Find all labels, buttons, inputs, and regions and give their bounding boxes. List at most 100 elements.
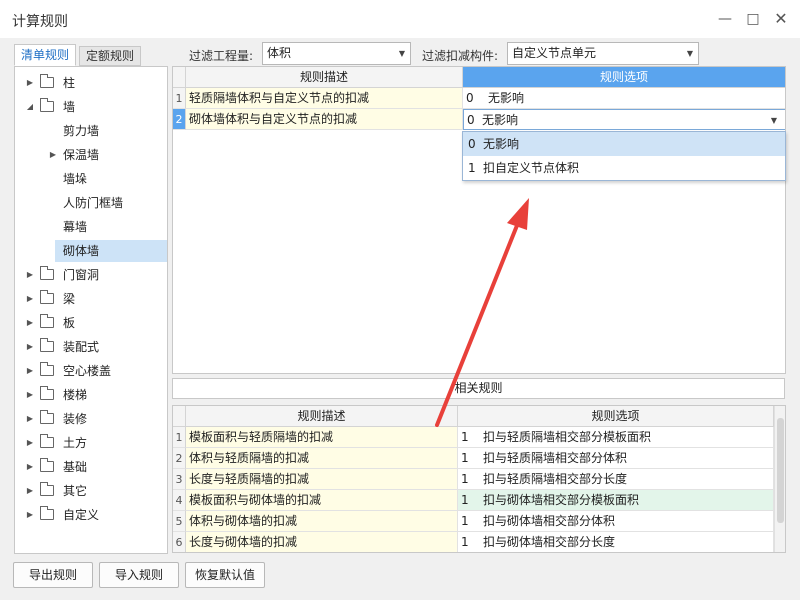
tree-item-masonry-wall[interactable]: 砌体墙 (55, 240, 167, 262)
option-code: 1 (461, 451, 469, 465)
rule-description[interactable]: 体积与轻质隔墙的扣减 (186, 448, 458, 469)
rule-description[interactable]: 体积与砌体墙的扣减 (186, 511, 458, 532)
restore-defaults-button[interactable]: 恢复默认值 (185, 562, 265, 588)
tree-item-curtain-wall[interactable]: 幕墙 (15, 216, 167, 238)
folder-icon (40, 314, 54, 328)
chevron-right-icon[interactable]: ▶ (25, 288, 35, 310)
tree-item-label: 基础 (63, 460, 88, 474)
chevron-down-icon: ▼ (686, 49, 693, 58)
tree-item-foundation[interactable]: ▶ 基础 (15, 456, 167, 478)
tree-item-stairs[interactable]: ▶ 楼梯 (15, 384, 167, 406)
chevron-down-icon[interactable]: ▼ (771, 110, 777, 129)
rule-option[interactable]: 1 扣与轻质隔墙相交部分长度 (458, 469, 774, 490)
option-text: 扣自定义节点体积 (483, 161, 580, 175)
chevron-right-icon[interactable]: ▶ (25, 504, 35, 526)
rule-description[interactable]: 模板面积与砌体墙的扣减 (186, 490, 458, 511)
tree-item-label: 剪力墙 (63, 124, 100, 138)
column-header-option[interactable]: 规则选项 (463, 67, 785, 88)
row-number: 6 (173, 532, 186, 552)
option-code: 0 (468, 137, 476, 151)
window-title: 计算规则 (12, 14, 68, 30)
folder-icon (40, 74, 54, 88)
chevron-right-icon[interactable]: ▶ (25, 360, 35, 382)
tree-item-label: 土方 (63, 436, 88, 450)
option-text: 扣与轻质隔墙相交部分模板面积 (483, 430, 652, 444)
rule-option-editor[interactable]: 0 无影响 ▼ (463, 109, 785, 130)
rule-option[interactable]: 0 无影响 (463, 88, 785, 109)
filter-component-select[interactable]: 自定义节点单元 ▼ (507, 42, 699, 65)
chevron-right-icon[interactable]: ▶ (25, 408, 35, 430)
chevron-right-icon[interactable]: ▶ (25, 432, 35, 454)
option-text: 扣与砌体墙相交部分长度 (483, 535, 616, 549)
tab-bill-rules[interactable]: 清单规则 (14, 44, 77, 66)
grid-corner (173, 67, 186, 88)
dropdown-option[interactable]: 0 无影响 (463, 132, 785, 156)
chevron-right-icon[interactable]: ▶ (25, 480, 35, 502)
tree-item-hollow-floor[interactable]: ▶ 空心楼盖 (15, 360, 167, 382)
tree-item-decoration[interactable]: ▶ 装修 (15, 408, 167, 430)
import-rules-button[interactable]: 导入规则 (99, 562, 179, 588)
chevron-right-icon[interactable]: ▶ (25, 72, 35, 94)
tree-item-civil-defense-door-frame-wall[interactable]: 人防门框墙 (15, 192, 167, 214)
folder-icon (40, 98, 54, 112)
rule-description[interactable]: 轻质隔墙体积与自定义节点的扣减 (186, 88, 463, 109)
rule-description[interactable]: 长度与轻质隔墙的扣减 (186, 469, 458, 490)
tree-item-beam[interactable]: ▶ 梁 (15, 288, 167, 310)
option-text: 无影响 (488, 91, 525, 105)
option-text: 扣与砌体墙相交部分模板面积 (483, 493, 640, 507)
rule-option[interactable]: 1 扣与砌体墙相交部分长度 (458, 532, 774, 552)
column-header-description[interactable]: 规则描述 (186, 67, 463, 88)
filter-quantity-label: 过滤工程量: (189, 49, 254, 63)
dropdown-option[interactable]: 1 扣自定义节点体积 (463, 156, 785, 180)
tree-item-other[interactable]: ▶ 其它 (15, 480, 167, 502)
tree-item-label: 其它 (63, 484, 88, 498)
tree-item-wall-buttress[interactable]: 墙垛 (15, 168, 167, 190)
close-icon[interactable]: ✕ (770, 8, 792, 30)
chevron-right-icon[interactable]: ▶ (25, 456, 35, 478)
tree-item-shear-wall[interactable]: 剪力墙 (15, 120, 167, 142)
rule-option[interactable]: 1 扣与砌体墙相交部分模板面积 (458, 490, 774, 511)
chevron-down-icon[interactable]: ◢ (25, 96, 35, 118)
chevron-right-icon[interactable]: ▶ (48, 144, 58, 166)
tree-item-label: 砌体墙 (63, 244, 100, 258)
row-number: 1 (173, 427, 186, 448)
rule-option[interactable]: 1 扣与轻质隔墙相交部分体积 (458, 448, 774, 469)
chevron-right-icon[interactable]: ▶ (25, 336, 35, 358)
row-number: 2 (173, 109, 186, 130)
tree-item-insulation-wall[interactable]: ▶ 保温墙 (15, 144, 167, 166)
maximize-icon[interactable]: □ (742, 8, 764, 30)
column-header-description[interactable]: 规则描述 (186, 406, 458, 427)
chevron-right-icon[interactable]: ▶ (25, 264, 35, 286)
tree-item-earthwork[interactable]: ▶ 土方 (15, 432, 167, 454)
filter-component-value: 自定义节点单元 (512, 46, 597, 60)
rule-option[interactable]: 1 扣与轻质隔墙相交部分模板面积 (458, 427, 774, 448)
filter-quantity-select[interactable]: 体积 ▼ (262, 42, 411, 65)
folder-icon (40, 458, 54, 472)
tab-quota-rules[interactable]: 定额规则 (79, 46, 142, 66)
chevron-right-icon[interactable]: ▶ (25, 312, 35, 334)
chevron-right-icon[interactable]: ▶ (25, 384, 35, 406)
rule-option[interactable]: 1 扣与砌体墙相交部分体积 (458, 511, 774, 532)
folder-icon (40, 266, 54, 280)
vertical-scrollbar[interactable] (774, 406, 785, 552)
row-number: 5 (173, 511, 186, 532)
tree-item-prefabricated[interactable]: ▶ 装配式 (15, 336, 167, 358)
rule-description[interactable]: 砌体墙体积与自定义节点的扣减 (186, 109, 463, 130)
rule-description[interactable]: 模板面积与轻质隔墙的扣减 (186, 427, 458, 448)
chevron-down-icon: ▼ (398, 49, 405, 58)
tree-item-slab[interactable]: ▶ 板 (15, 312, 167, 334)
scrollbar-thumb[interactable] (777, 418, 784, 523)
export-rules-button[interactable]: 导出规则 (13, 562, 93, 588)
row-number: 1 (173, 88, 186, 109)
related-rules-grid: 规则描述 规则选项 1 模板面积与轻质隔墙的扣减 1 扣与轻质隔墙相交部分模板面积… (172, 405, 786, 553)
tree-item-column[interactable]: ▶ 柱 (15, 72, 167, 94)
minimize-icon[interactable]: — (714, 8, 736, 30)
column-header-option[interactable]: 规则选项 (458, 406, 774, 427)
tree-item-custom[interactable]: ▶ 自定义 (15, 504, 167, 526)
tree-item-wall[interactable]: ◢ 墙 (15, 96, 167, 118)
rule-description[interactable]: 长度与砌体墙的扣减 (186, 532, 458, 552)
tree-item-door-window-opening[interactable]: ▶ 门窗洞 (15, 264, 167, 286)
tree-item-label: 人防门框墙 (63, 196, 124, 210)
option-text: 无影响 (483, 137, 520, 151)
row-number: 2 (173, 448, 186, 469)
